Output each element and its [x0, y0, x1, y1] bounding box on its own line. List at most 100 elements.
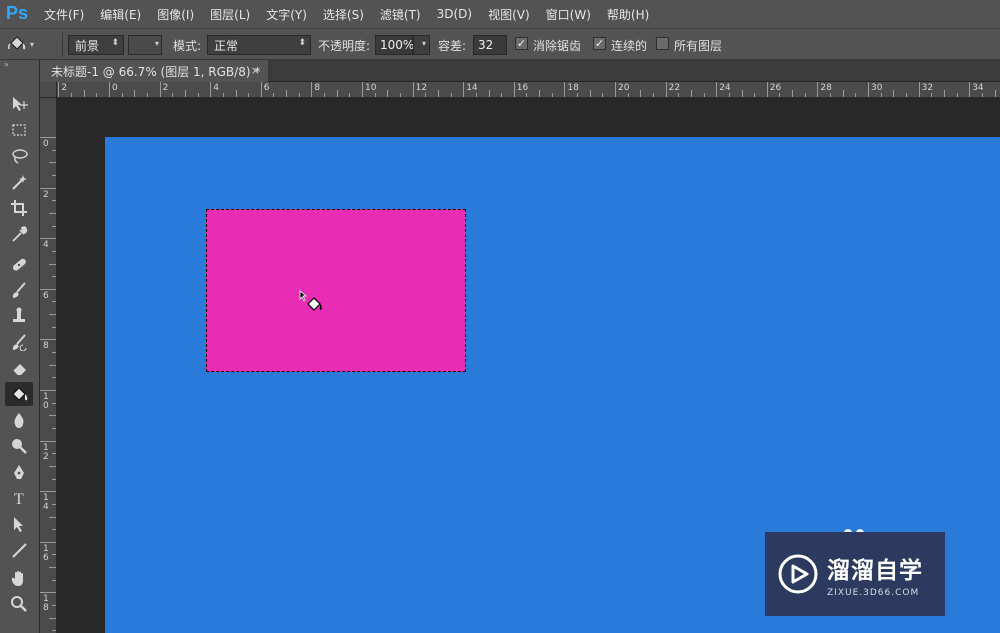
ruler-tick [830, 93, 832, 97]
selection-filled-area[interactable] [206, 209, 466, 372]
blur-tool[interactable] [5, 408, 33, 432]
dodge-tool[interactable] [5, 434, 33, 458]
tolerance-input[interactable]: 32 [473, 35, 507, 55]
tool-preset-picker[interactable]: ▾ [6, 33, 58, 55]
ruler-tick [71, 93, 73, 97]
crop-tool[interactable] [5, 196, 33, 220]
path-selection-icon [14, 517, 23, 532]
ruler-tick [40, 288, 56, 290]
paint-bucket-icon [7, 36, 26, 50]
chevron-updown-icon: ⬍ [298, 38, 306, 48]
ruler-tick [134, 90, 136, 97]
ruler-tick [412, 82, 414, 97]
opacity-slider-button[interactable]: ▾ [413, 35, 430, 55]
ruler-tick [273, 93, 275, 97]
ruler-tick [399, 93, 401, 97]
eraser-tool[interactable] [5, 356, 33, 380]
ruler-tick [792, 90, 794, 97]
opacity-input[interactable]: 100% [375, 35, 414, 55]
fill-source-select[interactable]: 前景 ⬍ [68, 35, 124, 55]
menu-item[interactable]: 滤镜(T) [372, 6, 429, 23]
all-layers-checkbox[interactable] [656, 37, 669, 50]
ruler-tick [184, 90, 186, 97]
marquee-tool[interactable] [5, 118, 33, 142]
ruler-tick [450, 93, 452, 97]
menu-item[interactable]: 图像(I) [149, 6, 202, 23]
ruler-tick [159, 82, 161, 97]
lasso-tool[interactable] [5, 144, 33, 168]
ruler-tick [804, 93, 806, 97]
close-icon[interactable]: × [251, 64, 260, 77]
ruler-tick [728, 93, 730, 97]
line-tool[interactable] [5, 538, 33, 562]
healing-brush-tool[interactable] [5, 252, 33, 276]
ruler-tick [40, 592, 56, 594]
ruler-tick [311, 82, 313, 97]
healing-brush-icon [12, 258, 26, 271]
zoom-tool[interactable] [5, 592, 33, 616]
ruler-tick [754, 93, 756, 97]
ruler-tick [52, 301, 56, 303]
ruler-label: 28 [820, 83, 832, 93]
menu-item[interactable]: 选择(S) [315, 6, 372, 23]
ruler-tick [52, 453, 56, 455]
menu-item[interactable]: 3D(D) [429, 7, 480, 21]
eraser-icon [12, 364, 26, 376]
document-tab[interactable]: 未标题-1 @ 66.7% (图层 1, RGB/8) * × [40, 60, 268, 82]
anti-alias-checkbox[interactable]: ✓ [515, 37, 528, 50]
ruler-label: 22 [668, 83, 681, 93]
menu-item[interactable]: 视图(V) [480, 6, 538, 23]
ruler-tick [298, 93, 300, 97]
brush-tool[interactable] [5, 278, 33, 302]
ruler-label: 4 [43, 240, 49, 251]
vertical-ruler[interactable]: 0 2 4 6 8 10 12 14 16 18 [40, 98, 57, 633]
ruler-tick [893, 90, 895, 97]
menu-item[interactable]: 窗口(W) [538, 6, 599, 23]
ruler-tick [615, 82, 616, 97]
ruler-tick [349, 93, 351, 97]
ruler-label: 2 [61, 83, 68, 93]
ruler-origin[interactable] [40, 82, 57, 98]
menu-item[interactable]: 图层(L) [202, 6, 258, 23]
ruler-tick [49, 162, 56, 164]
clone-stamp-tool[interactable] [5, 304, 33, 328]
mode-select[interactable]: 正常 ⬍ [207, 35, 311, 55]
ruler-label: 4 [213, 83, 219, 93]
ruler-label: 14 [466, 83, 478, 93]
ruler-tick [52, 630, 56, 632]
menu-item[interactable]: 编辑(E) [92, 6, 149, 23]
ruler-label: 30 [871, 83, 883, 93]
path-selection-tool[interactable] [5, 512, 33, 536]
document-tabs: 未标题-1 @ 66.7% (图层 1, RGB/8) * × [40, 60, 1000, 82]
ruler-tick [40, 541, 56, 543]
ruler-label: 6 [43, 290, 49, 301]
horizontal-ruler[interactable]: 2 0 2 4 6 8 10 12 14 16 18 20 22 24 26 28 30 32 34 [57, 82, 1000, 98]
history-brush-tool[interactable] [5, 330, 33, 354]
ruler-label: 6 [263, 83, 270, 93]
hand-tool[interactable] [5, 566, 33, 590]
contiguous-checkbox[interactable]: ✓ [593, 37, 606, 50]
pattern-picker[interactable]: ▾ [128, 35, 162, 55]
contiguous-label: 连续的 [611, 39, 648, 53]
ruler-label: 32 [921, 83, 934, 93]
paint-bucket-tool[interactable] [5, 382, 33, 406]
move-tool[interactable] [5, 92, 33, 116]
paint-bucket-cursor-icon [299, 290, 322, 311]
type-tool[interactable]: T [5, 486, 33, 510]
collapse-arrows-icon[interactable]: » [0, 60, 39, 70]
chevron-down-icon: ▾ [30, 39, 35, 49]
magic-wand-tool[interactable] [5, 170, 33, 194]
menu-item[interactable]: 文件(F) [36, 6, 92, 23]
ruler-tick [564, 82, 566, 97]
ruler-tick [475, 93, 477, 97]
hand-icon [12, 571, 23, 586]
menu-item[interactable]: 文字(Y) [258, 6, 315, 23]
menu-item[interactable]: 帮助(H) [599, 6, 657, 23]
zoom-icon [11, 596, 27, 612]
photoshop-logo: Ps [6, 3, 29, 23]
ruler-tick [387, 90, 389, 97]
ruler-tick [52, 225, 56, 227]
ruler-tick [52, 503, 56, 505]
eyedropper-tool[interactable] [5, 222, 33, 246]
pen-tool[interactable] [5, 460, 33, 484]
